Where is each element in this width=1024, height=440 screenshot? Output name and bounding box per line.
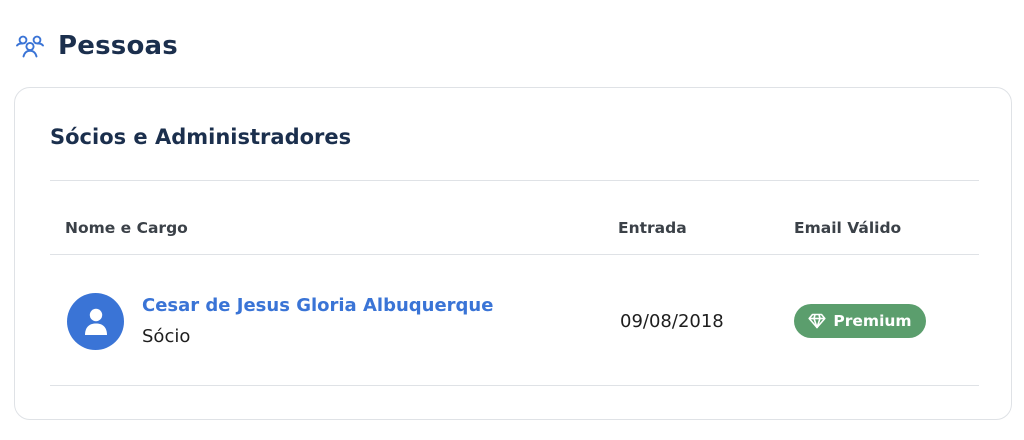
page-header: Pessoas bbox=[14, 28, 178, 64]
divider bbox=[50, 385, 979, 386]
badge-label: Premium bbox=[833, 312, 912, 330]
person-role: Sócio bbox=[142, 326, 191, 347]
partners-card: Sócios e Administradores Nome e Cargo En… bbox=[14, 87, 1012, 420]
column-header-valid-email: Email Válido bbox=[794, 219, 902, 237]
people-icon bbox=[14, 32, 46, 60]
person-name-link[interactable]: Cesar de Jesus Gloria Albuquerque bbox=[142, 295, 493, 316]
table-row: Cesar de Jesus Gloria Albuquerque Sócio … bbox=[50, 255, 979, 386]
divider bbox=[50, 180, 979, 181]
column-header-name-role: Nome e Cargo bbox=[65, 219, 188, 237]
column-header-entry: Entrada bbox=[618, 219, 687, 237]
premium-badge[interactable]: Premium bbox=[794, 304, 926, 338]
diamond-icon bbox=[808, 313, 827, 329]
page-title: Pessoas bbox=[58, 31, 178, 61]
user-avatar-icon bbox=[67, 293, 124, 350]
card-title: Sócios e Administradores bbox=[50, 125, 352, 149]
entry-date: 09/08/2018 bbox=[620, 311, 724, 332]
